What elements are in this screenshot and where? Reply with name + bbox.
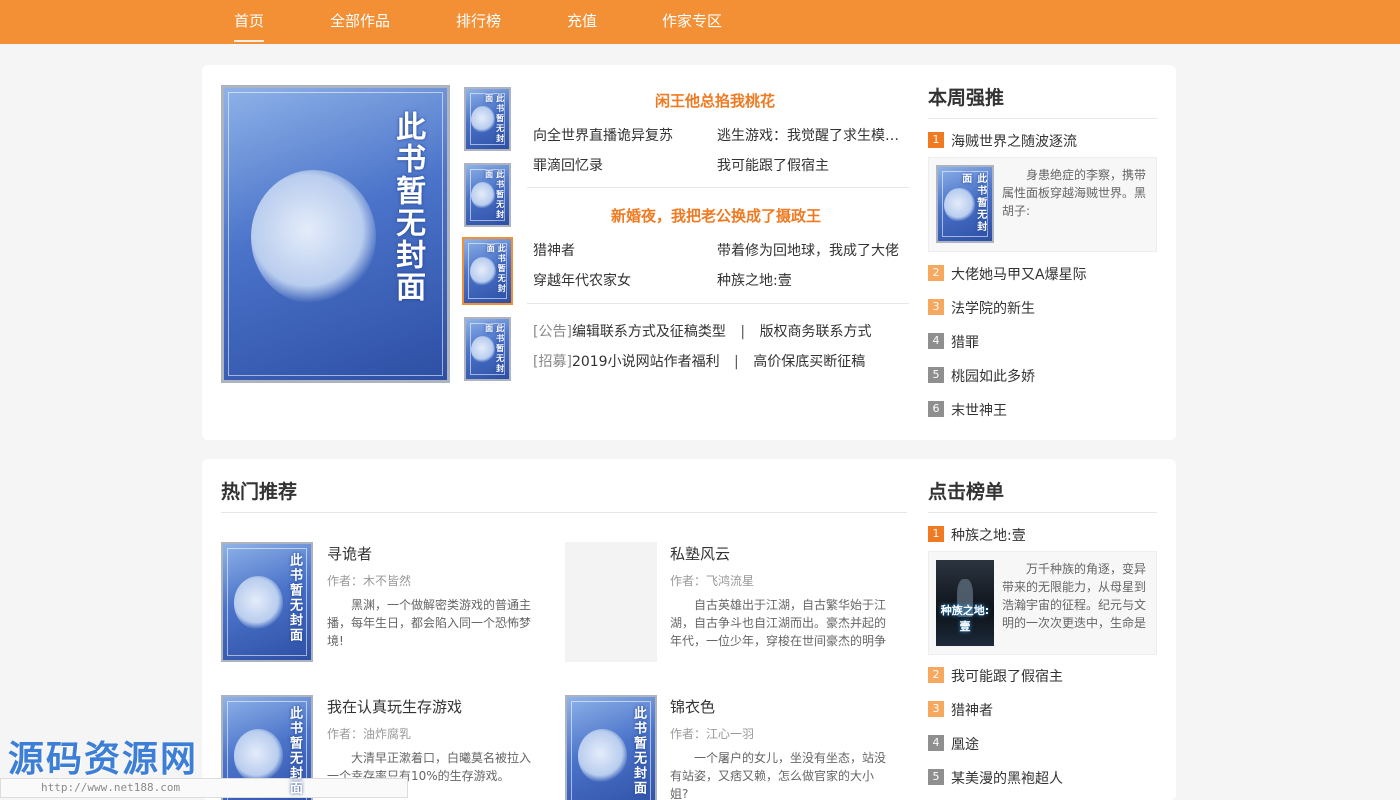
featured-book-link[interactable]: 向全世界直播诡异复苏 [533, 125, 673, 145]
featured-thumbnail-selected[interactable]: 此书暂无封面 [462, 237, 513, 305]
rank-number: 2 [928, 265, 944, 281]
weekly-item-link[interactable]: 末世神王 [951, 400, 1007, 420]
book-author: 作者：木不皆然 [327, 574, 412, 588]
nav-home[interactable]: 首页 [234, 0, 265, 44]
nav-rankings[interactable]: 排行榜 [456, 0, 501, 44]
hot-card: 热门推荐 此书暂无封面 寻诡者 作者：木不皆然 黑渊，一个做解密类游戏的普通主播… [202, 459, 1176, 800]
featured-thumbnail[interactable]: 此书暂无封面 [464, 317, 511, 381]
click-item-link[interactable]: 我可能跟了假宿主 [951, 666, 1063, 686]
featured-book-link[interactable]: 罪滴回忆录 [533, 155, 603, 175]
rank-number: 1 [928, 526, 944, 542]
cover-placeholder-text: 此书暂无封面 [484, 169, 505, 220]
weekly-item-link[interactable]: 猎罪 [951, 332, 979, 352]
rank-number: 1 [928, 132, 944, 148]
divider [221, 512, 907, 513]
rank-number: 6 [928, 401, 944, 417]
rank-number: 4 [928, 333, 944, 349]
divider [527, 303, 909, 304]
rank-number: 2 [928, 667, 944, 683]
nav-author-zone[interactable]: 作家专区 [662, 0, 722, 44]
weekly-top-description: 身患绝症的李察，携带属性面板穿越海贼世界。黑胡子: [1002, 168, 1147, 218]
notice-link[interactable]: 版权商务联系方式 [760, 324, 872, 340]
featured-thumbnail[interactable]: 此书暂无封面 [464, 163, 511, 227]
book-description: 自古英雄出于江湖，自古繁华始于江湖，自古争斗也自江湖而出。豪杰并起的年代，一位少… [670, 598, 887, 648]
notice-link[interactable]: 高价保底买断征稿 [753, 354, 865, 370]
featured-thumbnail[interactable]: 此书暂无封面 [464, 87, 511, 151]
cover-title-text: 种族之地:壹 [940, 604, 990, 633]
cover-placeholder-text: 此书暂无封面 [484, 93, 505, 144]
weekly-item-link[interactable]: 桃园如此多娇 [951, 366, 1035, 386]
book-author: 作者：油炸腐乳 [327, 727, 412, 741]
click-item-link[interactable]: 某美漫的黑袍超人 [951, 768, 1063, 788]
rank-number: 3 [928, 701, 944, 717]
cover-placeholder-text: 此书暂无封面 [486, 244, 507, 295]
book-title-link[interactable]: 寻诡者 [327, 543, 372, 564]
cover-placeholder-text: 此书暂无封面 [630, 706, 646, 797]
weekly-title: 本周强推 [928, 87, 1005, 109]
click-item-link[interactable]: 凰途 [951, 734, 979, 754]
cover-placeholder-text: 此书暂无封面 [286, 706, 302, 797]
click-top-description: 万千种族的角逐，变异带来的无限能力，从母星到浩瀚宇宙的征程。纪元与文明的一次次更… [1002, 562, 1147, 630]
notice-row: [招募]2019小说网站作者福利 | 高价保底买断征稿 [533, 351, 865, 371]
notice-separator: | [734, 354, 739, 370]
click-ranking-title: 点击榜单 [928, 481, 1005, 503]
book-cover[interactable]: 此书暂无封面 [565, 695, 657, 800]
book-description: 黑渊，一个做解密类游戏的普通主播，每年生日，都会陷入同一个恐怖梦境! [327, 598, 532, 648]
book-author: 作者：江心一羽 [670, 727, 755, 741]
nav-recharge[interactable]: 充值 [567, 0, 597, 44]
hot-title: 热门推荐 [221, 481, 298, 503]
weekly-top-cover[interactable]: 此书暂无封面 [936, 165, 994, 243]
book-cover-empty[interactable] [565, 542, 657, 662]
book-title-link[interactable]: 锦衣色 [670, 696, 715, 717]
divider [527, 187, 909, 188]
book-author: 作者：飞鸿流星 [670, 574, 755, 588]
click-top-cover[interactable]: 种族之地:壹 [936, 560, 994, 646]
site-watermark: 源码资源网 [8, 738, 199, 780]
divider [928, 512, 1157, 513]
cover-placeholder-text: 此书暂无封面 [959, 172, 986, 233]
cover-placeholder-text: 此书暂无封面 [286, 553, 302, 644]
featured-headline-link[interactable]: 闲王他总掐我桃花 [655, 90, 775, 111]
click-item-link[interactable]: 猎神者 [951, 700, 993, 720]
rank-number: 3 [928, 299, 944, 315]
weekly-item-link[interactable]: 海贼世界之随波逐流 [951, 131, 1077, 151]
featured-book-link[interactable]: 种族之地:壹 [717, 270, 792, 290]
notice-tag: [招募] [533, 354, 572, 370]
rank-number: 5 [928, 367, 944, 383]
book-description: 一个屠户的女儿，坐没有坐态，站没有站姿，又痞又赖，怎么做官家的大小姐? [670, 751, 887, 800]
top-nav-bar: 首页 全部作品 排行榜 充值 作家专区 [0, 0, 1400, 44]
notice-link[interactable]: 编辑联系方式及征稿类型 [572, 324, 726, 340]
book-cover[interactable]: 此书暂无封面 [221, 542, 313, 662]
rank-number: 5 [928, 769, 944, 785]
cover-placeholder-text: 此书暂无封面 [390, 111, 426, 304]
weekly-item-link[interactable]: 大佬她马甲又A爆星际 [951, 264, 1087, 284]
rank-number: 4 [928, 735, 944, 751]
cover-placeholder-text: 此书暂无封面 [484, 323, 505, 374]
book-title-link[interactable]: 我在认真玩生存游戏 [327, 696, 462, 717]
featured-book-link[interactable]: 逃生游戏：我觉醒了求生模… [717, 125, 899, 145]
featured-book-link[interactable]: 带着修为回地球，我成了大佬 [717, 240, 899, 260]
watermark-url: http://www.net188.com [0, 778, 408, 798]
featured-cover-image[interactable]: 此书暂无封面 [221, 85, 450, 383]
book-title-link[interactable]: 私塾风云 [670, 543, 730, 564]
divider [928, 118, 1157, 119]
notice-row: [公告]编辑联系方式及征稿类型 | 版权商务联系方式 [533, 321, 872, 341]
click-item-link[interactable]: 种族之地:壹 [951, 525, 1026, 545]
notice-separator: | [740, 324, 746, 340]
featured-card: 此书暂无封面 此书暂无封面 此书暂无封面 此书暂无封面 此书暂无封面 闲王他总掐… [202, 65, 1176, 440]
weekly-item-link[interactable]: 法学院的新生 [951, 298, 1035, 318]
featured-book-link[interactable]: 穿越年代农家女 [533, 270, 631, 290]
featured-book-link[interactable]: 猎神者 [533, 240, 575, 260]
notice-link[interactable]: 2019小说网站作者福利 [572, 354, 720, 370]
featured-headline-link[interactable]: 新婚夜，我把老公换成了摄政王 [611, 205, 821, 226]
notice-tag: [公告] [533, 324, 572, 340]
nav-all-works[interactable]: 全部作品 [330, 0, 390, 44]
featured-book-link[interactable]: 我可能跟了假宿主 [717, 155, 829, 175]
